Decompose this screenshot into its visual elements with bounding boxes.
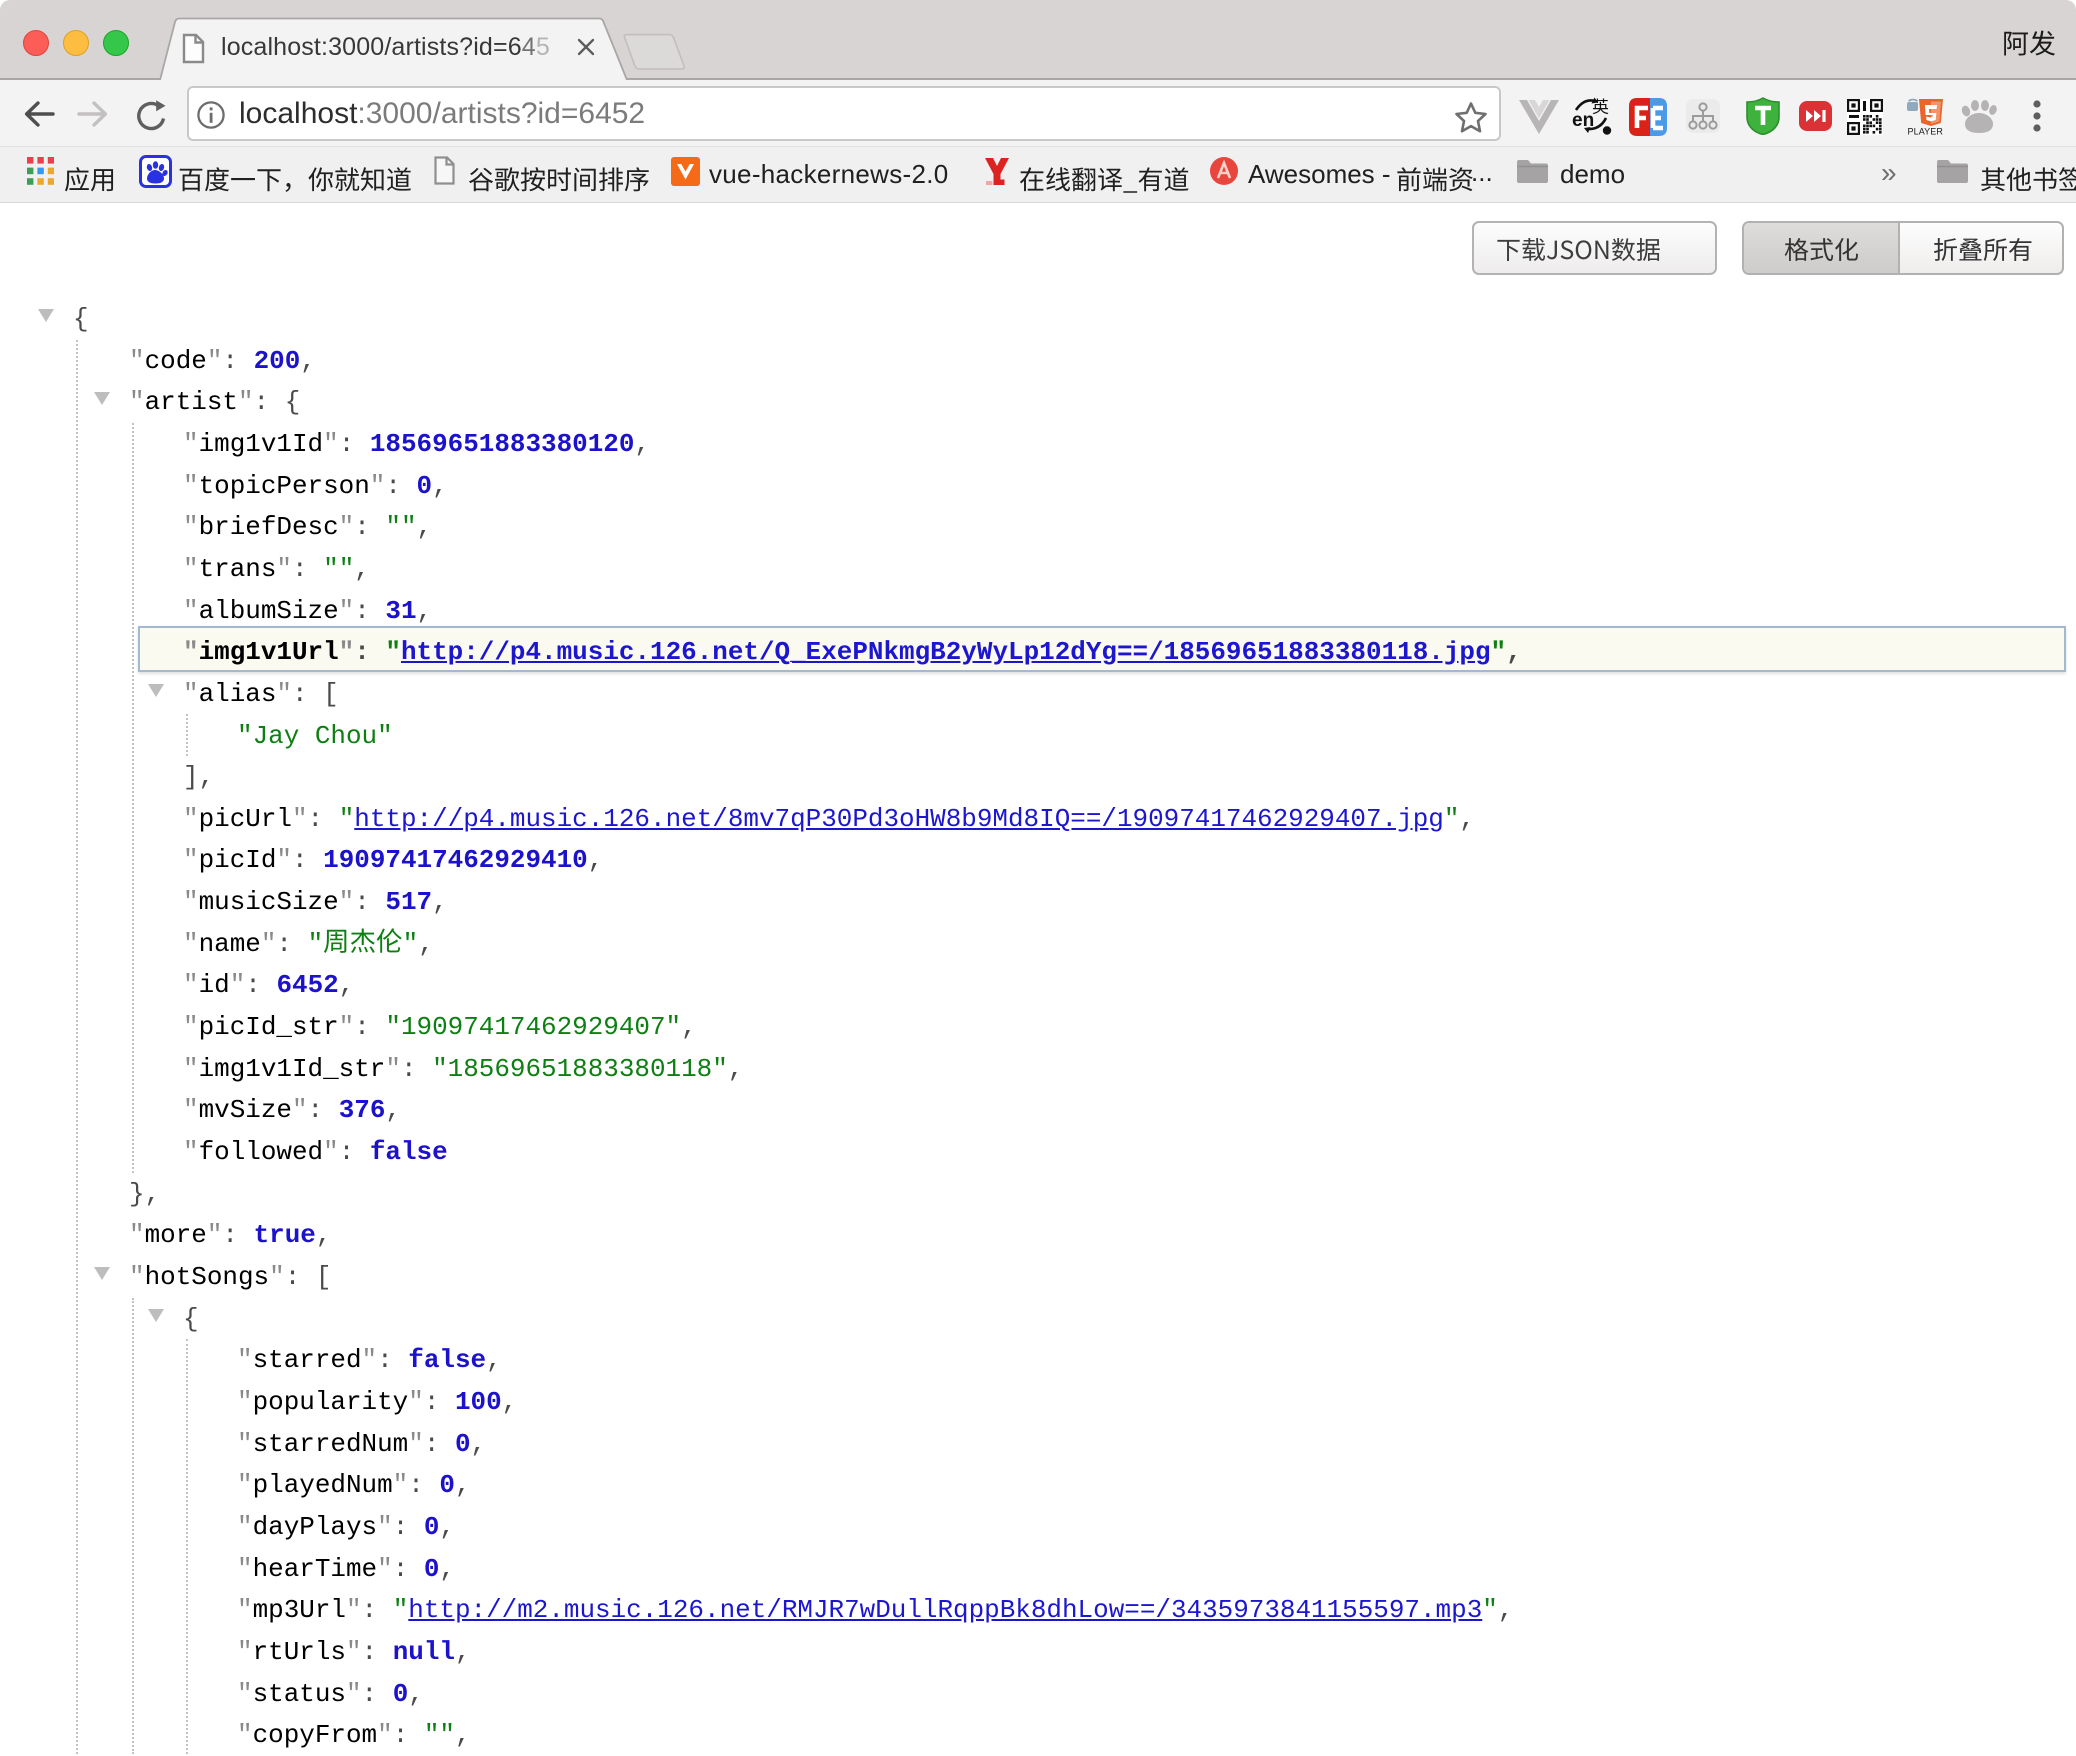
svg-text:PLAYER: PLAYER (1908, 127, 1944, 137)
